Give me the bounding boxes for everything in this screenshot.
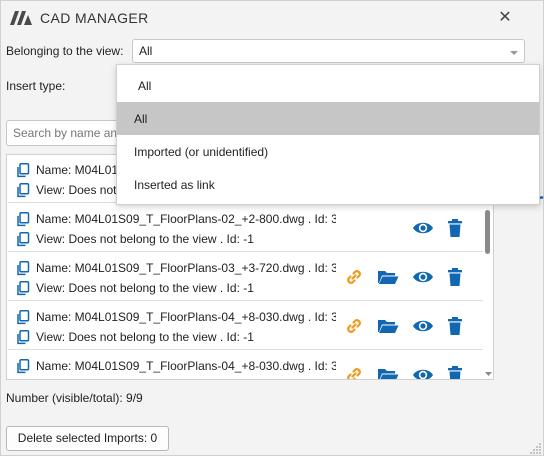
insert-type-dropdown[interactable]: All All Imported (or unidentified) Inser… — [116, 64, 540, 205]
item-name-line: Name: M04L01S09_T_FloorPlans-04_+8-030.d… — [16, 358, 336, 376]
dropdown-option-label: Imported (or unidentified) — [134, 145, 268, 159]
insert-type-label: Insert type: — [6, 79, 65, 93]
item-name-text: Name: M04L01S09_T_FloorPlans-04_+8-030.d… — [36, 310, 336, 324]
cad-manager-window: CAD MANAGER ✕ Belonging to the view: All… — [0, 0, 544, 456]
search-input[interactable] — [7, 121, 125, 145]
item-view-line: View: Does not belong to the view . Id: … — [16, 280, 336, 298]
dropdown-option-all[interactable]: All — [117, 102, 539, 135]
eye-icon[interactable] — [412, 316, 434, 338]
scroll-down-arrow-icon[interactable] — [485, 367, 492, 374]
folder-open-icon[interactable] — [377, 267, 399, 289]
chevron-down-icon — [510, 46, 518, 54]
link-icon[interactable] — [344, 267, 366, 289]
eye-icon[interactable] — [412, 365, 434, 380]
folder-open-icon[interactable] — [377, 365, 399, 380]
search-field[interactable] — [6, 120, 126, 146]
title-bar: CAD MANAGER ✕ — [1, 1, 543, 35]
item-name-text: Name: M04L01 — [36, 163, 118, 177]
dropdown-option-label: All — [134, 112, 147, 126]
item-name-text: Name: M04L01S09_T_FloorPlans-02_+2-800.d… — [36, 212, 336, 226]
item-view-text: View: Does not — [36, 183, 117, 197]
item-name-line: Name: M04L01S09_T_FloorPlans-03_+3-720.d… — [16, 260, 336, 278]
folder-open-icon[interactable] — [377, 316, 399, 338]
insert-type-current-value[interactable]: All — [138, 79, 151, 93]
item-view-text: View: Does not belong to the view . Id: … — [36, 281, 254, 295]
item-view-line: View: Does not belong to the view . Id: … — [16, 378, 336, 380]
item-view-text: View: Does not belong to the view . Id: … — [36, 330, 254, 344]
list-item[interactable]: Name: M04L01S09_T_FloorPlans-04_+8-030.d… — [8, 302, 483, 350]
window-title: CAD MANAGER — [40, 10, 149, 26]
eye-icon[interactable] — [412, 267, 434, 289]
trash-icon[interactable] — [446, 218, 468, 240]
list-item[interactable]: Name: M04L01S09_T_FloorPlans-02_+2-800.d… — [8, 204, 483, 252]
item-name-line: Name: M04L01S09_T_FloorPlans-02_+2-800.d… — [16, 211, 336, 229]
list-item[interactable]: Name: M04L01S09_T_FloorPlans-03_+3-720.d… — [8, 253, 483, 301]
dropdown-option-label: Inserted as link — [134, 178, 215, 192]
item-view-text: View: Does not belong to the view . Id: … — [36, 232, 254, 246]
view-filter-combobox[interactable]: All — [132, 39, 525, 63]
item-name-text: Name: M04L01S09_T_FloorPlans-03_+3-720.d… — [36, 261, 336, 275]
dropdown-option-imported[interactable]: Imported (or unidentified) — [117, 135, 539, 168]
logo-icon — [10, 11, 32, 28]
link-icon[interactable] — [344, 365, 366, 380]
dropdown-option-linked[interactable]: Inserted as link — [117, 168, 539, 201]
item-name-text: Name: M04L01S09_T_FloorPlans-04_+8-030.d… — [36, 359, 336, 373]
item-view-line: View: Does not belong to the view . Id: … — [16, 329, 336, 347]
item-view-text: View: Does not belong to the view . Id: … — [36, 379, 254, 380]
close-icon[interactable]: ✕ — [495, 9, 515, 27]
list-item[interactable]: Name: M04L01S09_T_FloorPlans-04_+8-030.d… — [8, 351, 483, 380]
resize-grip-icon[interactable] — [530, 442, 542, 454]
view-filter-value: All — [139, 44, 152, 58]
delete-selected-button[interactable]: Delete selected Imports: 0 — [6, 426, 169, 451]
item-count: Number (visible/total): 9/9 — [6, 391, 143, 405]
trash-icon[interactable] — [446, 365, 468, 380]
trash-icon[interactable] — [446, 316, 468, 338]
link-icon[interactable] — [344, 316, 366, 338]
trash-icon[interactable] — [446, 267, 468, 289]
view-filter-label: Belonging to the view: — [6, 44, 123, 58]
item-view-line: View: Does not belong to the view . Id: … — [16, 231, 336, 249]
eye-icon[interactable] — [412, 218, 434, 240]
scrollbar-thumb[interactable] — [485, 210, 490, 254]
item-name-line: Name: M04L01S09_T_FloorPlans-04_+8-030.d… — [16, 309, 336, 327]
